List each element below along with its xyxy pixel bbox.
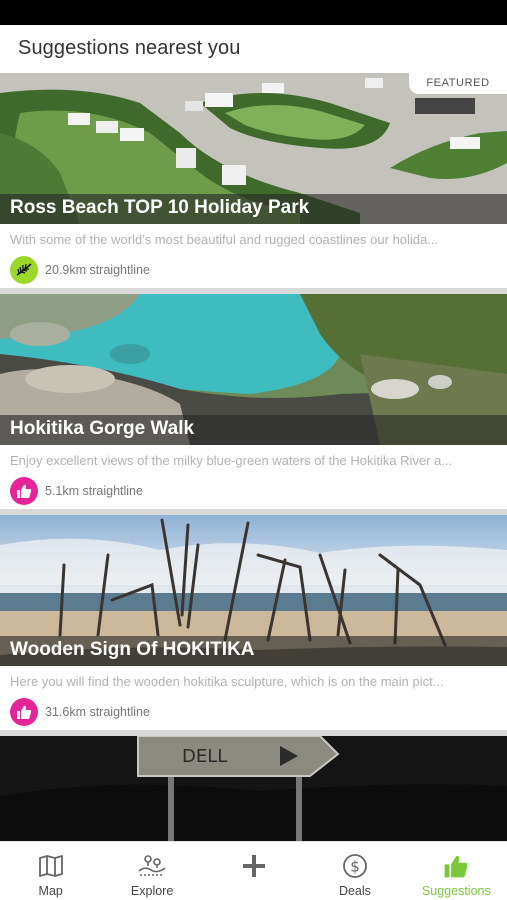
card-title: Wooden Sign Of HOKITIKA xyxy=(10,639,255,660)
card-description: With some of the world's most beautiful … xyxy=(10,232,439,247)
tab-label: Explore xyxy=(130,884,174,898)
card-title-strip: Wooden Sign Of HOKITIKA xyxy=(0,636,507,666)
thumbs-up-icon xyxy=(438,849,474,883)
sign-text: DELL xyxy=(182,746,227,767)
suggestions-list[interactable]: FEATURED Ross Beach TOP 10 Holiday Park … xyxy=(0,73,507,841)
tab-label: Map xyxy=(38,884,63,898)
tab-explore[interactable]: Explore xyxy=(101,842,202,900)
thumbs-up-icon xyxy=(10,477,38,505)
page-title: Suggestions nearest you xyxy=(18,37,241,59)
card-distance: 31.6km straightline xyxy=(45,705,150,719)
card-title: Ross Beach TOP 10 Holiday Park xyxy=(10,197,310,218)
suggestion-card[interactable]: DELL xyxy=(0,736,507,841)
card-title: Hokitika Gorge Walk xyxy=(10,418,195,439)
card-distance: 20.9km straightline xyxy=(45,263,150,277)
tab-add[interactable] xyxy=(203,842,304,900)
bottom-tab-bar: Map Explore $ Deals Suggestions xyxy=(0,841,507,900)
distance-row: 20.9km straightline xyxy=(10,256,150,284)
distance-row: 5.1km straightline xyxy=(10,477,143,505)
dollar-icon: $ xyxy=(337,849,373,883)
plus-icon xyxy=(236,849,272,883)
explore-icon xyxy=(134,849,170,883)
card-title-strip: Ross Beach TOP 10 Holiday Park xyxy=(0,194,507,224)
card-description: Enjoy excellent views of the milky blue-… xyxy=(10,453,453,468)
tab-label: Deals xyxy=(338,884,371,898)
distance-row: 31.6km straightline xyxy=(10,698,150,726)
page-header: Suggestions nearest you xyxy=(0,25,507,73)
card-distance: 5.1km straightline xyxy=(45,484,143,498)
card-title-strip: Hokitika Gorge Walk xyxy=(0,415,507,445)
featured-badge: FEATURED xyxy=(409,73,507,94)
suggestion-card[interactable]: FEATURED Ross Beach TOP 10 Holiday Park … xyxy=(0,73,507,288)
card-photo: Wooden Sign Of HOKITIKA xyxy=(0,515,507,666)
tab-deals[interactable]: $ Deals xyxy=(304,842,405,900)
suggestion-card[interactable]: Wooden Sign Of HOKITIKA Here you will fi… xyxy=(0,515,507,730)
fern-icon xyxy=(10,256,38,284)
thumbs-up-icon xyxy=(10,698,38,726)
suggestion-card[interactable]: Hokitika Gorge Walk Enjoy excellent view… xyxy=(0,294,507,509)
tab-suggestions[interactable]: Suggestions xyxy=(406,842,507,900)
status-bar xyxy=(0,0,507,25)
card-photo: FEATURED Ross Beach TOP 10 Holiday Park xyxy=(0,73,507,224)
card-photo: DELL xyxy=(0,736,507,841)
tab-map[interactable]: Map xyxy=(0,842,101,900)
card-photo: Hokitika Gorge Walk xyxy=(0,294,507,445)
card-description: Here you will find the wooden hokitika s… xyxy=(10,674,444,689)
map-icon xyxy=(33,849,69,883)
tab-label: Suggestions xyxy=(421,884,491,898)
svg-text:$: $ xyxy=(350,858,360,876)
